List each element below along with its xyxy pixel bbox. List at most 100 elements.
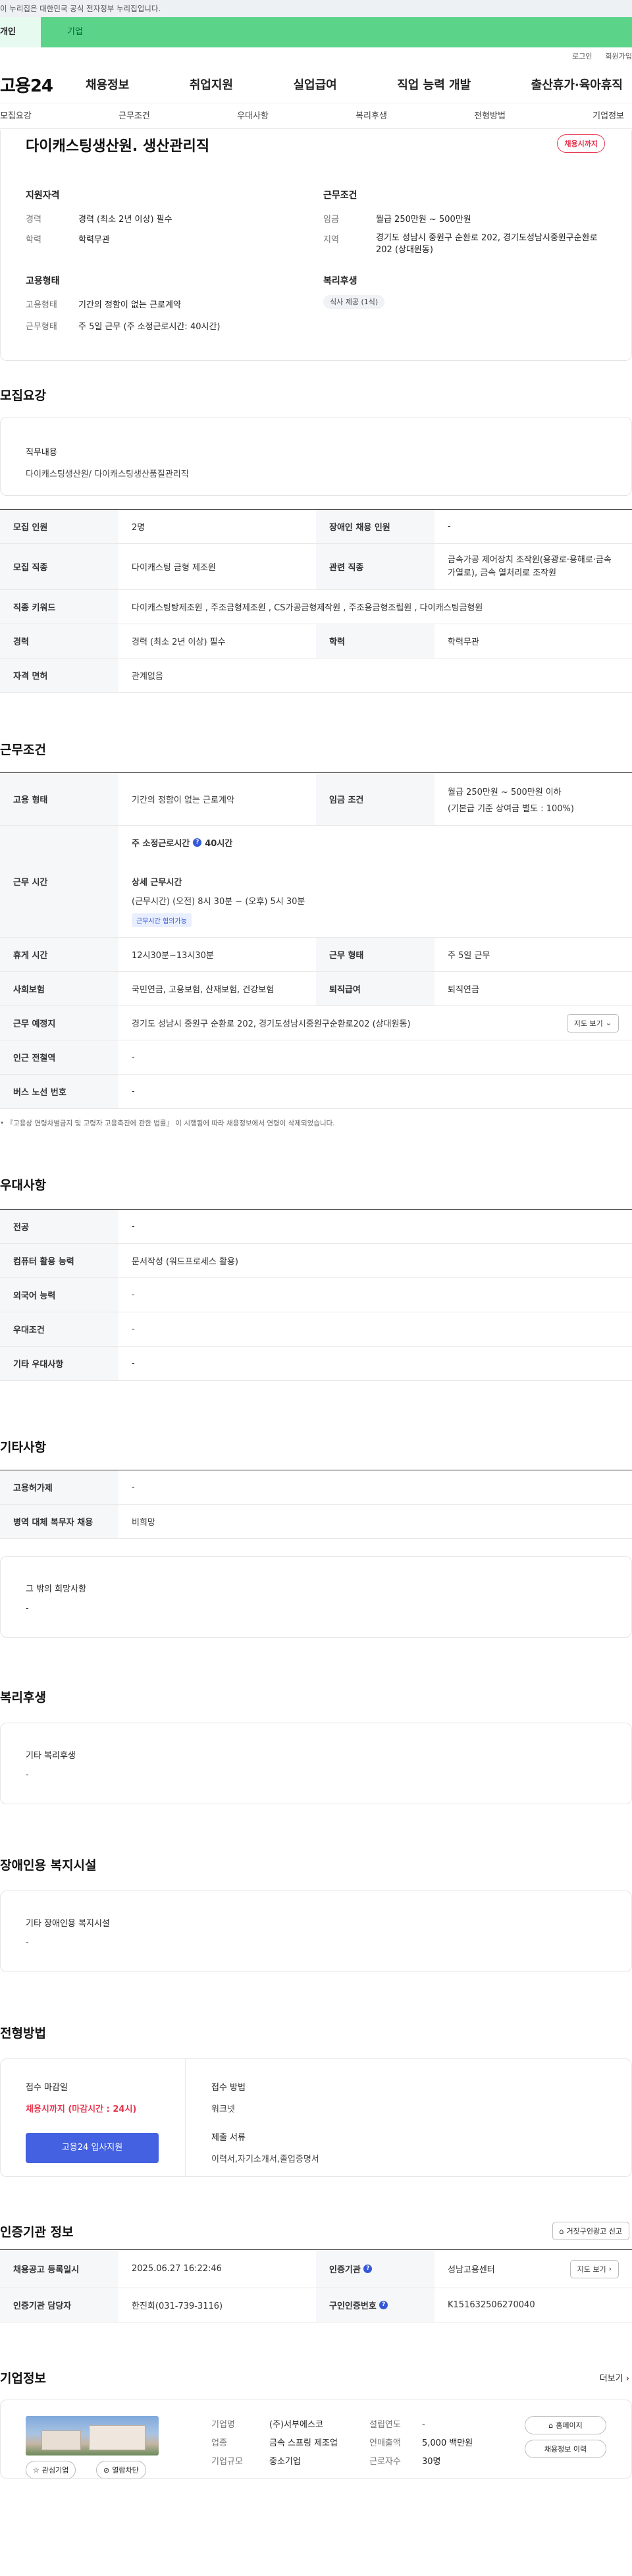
company-size-value: 중소기업: [269, 2457, 301, 2467]
row-label: 학력: [316, 624, 434, 658]
subnav-pref[interactable]: 우대사항: [237, 103, 269, 128]
table-row: 인근 전철역 -: [0, 1040, 632, 1075]
row-label: 직종 키워드: [0, 590, 118, 624]
welfare-box-title: 기타 복리후생: [26, 1751, 76, 1761]
hours-total-label: 주 소정근로시간: [132, 838, 190, 849]
qual-career-label: 경력: [26, 215, 41, 225]
cond-block: 근무조건 임금 월급 250만원 ~ 500만원 지역 경기도 성남시 중원구 순환…: [323, 188, 613, 256]
etc-box-title: 그 밖의 희망사항: [26, 1584, 86, 1594]
row-label: 버스 노선 번호: [0, 1075, 118, 1108]
welfare-chip: 식사 제공 (1식): [323, 295, 385, 309]
company-industry-label: 업종: [211, 2438, 227, 2448]
table-row: 사회보험 국민연금, 고용보험, 산재보험, 건강보험 퇴직급여 퇴직연금: [0, 972, 632, 1006]
docs-label: 제출 서류: [211, 2133, 246, 2143]
gov-banner: 이 누리집은 대한민국 공식 전자정부 누리집입니다.: [0, 0, 632, 17]
info-icon[interactable]: ?: [379, 2301, 388, 2309]
star-icon: ☆: [33, 2465, 40, 2475]
row-label: 퇴직급여: [316, 972, 434, 1006]
row-value: -: [132, 1290, 135, 1300]
company-photo: [26, 2416, 159, 2455]
tab-company[interactable]: 기업: [41, 17, 632, 47]
home-icon: ⌂: [548, 2421, 554, 2430]
table-row: 모집 직종 다이캐스팅 금형 제조원 관련 직종 금속가공 제어장치 조작원(용광로…: [0, 544, 632, 590]
chevron-down-icon: ⌄: [605, 1019, 612, 1027]
report-button[interactable]: ⌂ 거짓구인광고 신고: [552, 2222, 629, 2240]
join-link[interactable]: 회원가입: [606, 47, 632, 66]
etc-box: 그 밖의 희망사항 -: [0, 1556, 632, 1638]
qual-career-value: 경력 (최소 2년 이상) 필수: [78, 215, 172, 225]
util-menu: 로그인 회원가입: [0, 47, 632, 66]
row-label: 관련 직종: [316, 544, 434, 589]
wage-cell: 월급 250만원 ~ 500만원 이하 (기본급 기준 상여금 별도 : 100%…: [434, 773, 632, 825]
row-label: 모집 직종: [0, 544, 118, 589]
subnav-company[interactable]: 기업정보: [592, 103, 624, 128]
map-button-label: 지도 보기: [573, 1019, 603, 1028]
row-value: -: [448, 522, 451, 531]
work-section-title: 근무조건: [0, 743, 46, 757]
subnav-recruit[interactable]: 모집요강: [0, 103, 32, 128]
fav-company-button[interactable]: ☆ 관심기업: [26, 2461, 76, 2479]
gnb-item-benefit[interactable]: 실업급여: [294, 76, 337, 93]
company-more-label: 더보기: [599, 2374, 623, 2384]
table-row: 근무 시간 주 소정근로시간? 40시간 상세 근무시간 (근무시간) (오전) …: [0, 826, 632, 938]
row-value: -: [132, 1324, 135, 1334]
table-row: 전공 -: [0, 1210, 632, 1244]
company-sales-value: 5,000 백만원: [422, 2438, 473, 2448]
recruit-section-title: 모집요강: [0, 389, 46, 403]
age-law-note-text: 『고용상 연령차별금지 및 고령자 고용촉진에 관한 법률』 이 시행됨에 따라…: [6, 1119, 335, 1127]
row-label: 인증기관 담당자: [0, 2288, 118, 2322]
table-row: 우대조건 -: [0, 1312, 632, 1347]
disabled-box-text: -: [26, 1938, 29, 1948]
gnb-item-leave[interactable]: 출산휴가·육아휴직: [531, 76, 623, 93]
map-button[interactable]: 지도 보기 ⌄: [566, 1013, 619, 1033]
table-row: 채용공고 등록일시 2025.06.27 16:22:46 인증기관 ? 성남고용…: [0, 2250, 632, 2288]
cond-wage-label: 임금: [323, 215, 339, 225]
place-value: 경기도 성남시 중원구 순환로 202, 경기도성남시중원구순환로202 (상대…: [132, 1019, 411, 1029]
cond-region-value: 경기도 성남시 중원구 순환로 202, 경기도성남시중원구순환로202 (상대…: [376, 233, 598, 255]
table-row: 휴게 시간 12시30분~13시30분 근무 형태 주 5일 근무: [0, 938, 632, 972]
tab-personal[interactable]: 개인: [0, 17, 41, 47]
org-map-button[interactable]: 지도 보기 ›: [569, 2259, 619, 2278]
age-law-note: • 『고용상 연령차별금지 및 고령자 고용촉진에 관한 법률』 이 시행됨에 …: [0, 1119, 335, 1127]
disabled-box: 기타 장애인용 복지시설 -: [0, 1891, 632, 1972]
row-value: -: [132, 1482, 135, 1492]
info-icon[interactable]: ?: [193, 838, 202, 847]
row-value: -: [132, 1052, 135, 1062]
row-label: 고용허가제: [0, 1470, 118, 1504]
org-label: 인증기관: [329, 2265, 361, 2275]
qual-title: 지원자격: [26, 190, 60, 201]
block-company-button[interactable]: ⊘ 열람차단: [96, 2461, 146, 2479]
cert-header: 인증기관 정보 ⌂ 거짓구인광고 신고: [0, 2222, 632, 2240]
company-more-link[interactable]: 더보기 ›: [600, 2371, 629, 2384]
subnav-selection[interactable]: 전형방법: [474, 103, 506, 128]
subnav-welfare[interactable]: 복리후생: [356, 103, 387, 128]
welfare-title: 복리후생: [323, 276, 357, 286]
row-label: 근무 형태: [316, 938, 434, 971]
user-type-tabs: 개인 기업: [0, 17, 632, 47]
gov-banner-text: 이 누리집은 대한민국 공식 전자정부 누리집입니다.: [0, 4, 161, 13]
apply-button[interactable]: 고용24 입사지원: [26, 2133, 159, 2163]
wage-value: 월급 250만원 ~ 500만원 이하: [448, 787, 562, 797]
info-icon[interactable]: ?: [363, 2265, 373, 2273]
site-logo[interactable]: 고용24: [0, 72, 86, 97]
homepage-button[interactable]: ⌂ 홈페이지: [525, 2416, 606, 2434]
welfare-box-text: -: [26, 1770, 29, 1780]
row-value: 퇴직연금: [448, 985, 479, 995]
gnb-item-support[interactable]: 취업지원: [190, 76, 233, 93]
subnav-work[interactable]: 근무조건: [118, 103, 150, 128]
hours-cell: 주 소정근로시간? 40시간 상세 근무시간 (근무시간) (오전) 8시 30분…: [118, 826, 632, 937]
company-name-label: 기업명: [211, 2420, 235, 2430]
table-row: 병역 대체 복무자 채용 비희망: [0, 1505, 632, 1539]
recruit-table: 모집 인원 2명 장애인 채용 인원 - 모집 직종 다이캐스팅 금형 제조원 관련 …: [0, 509, 632, 693]
gnb-item-jobs[interactable]: 채용정보: [86, 76, 129, 93]
row-value: 기간의 정함이 없는 근로계약: [132, 795, 234, 805]
method-block: 접수 방법 워크넷 제출 서류 이력서,자기소개서,졸업증명서: [211, 2080, 319, 2164]
row-label: 모집 인원: [0, 510, 118, 543]
login-link[interactable]: 로그인: [572, 47, 592, 66]
gnb-item-training[interactable]: 직업 능력 개발: [397, 76, 471, 93]
row-label: 임금 조건: [316, 773, 434, 825]
emp-shift-label: 근무형태: [26, 322, 57, 332]
history-button[interactable]: 채용정보 이력: [525, 2440, 606, 2458]
row-label: 전공: [0, 1210, 118, 1243]
row-value: -: [132, 1087, 135, 1096]
